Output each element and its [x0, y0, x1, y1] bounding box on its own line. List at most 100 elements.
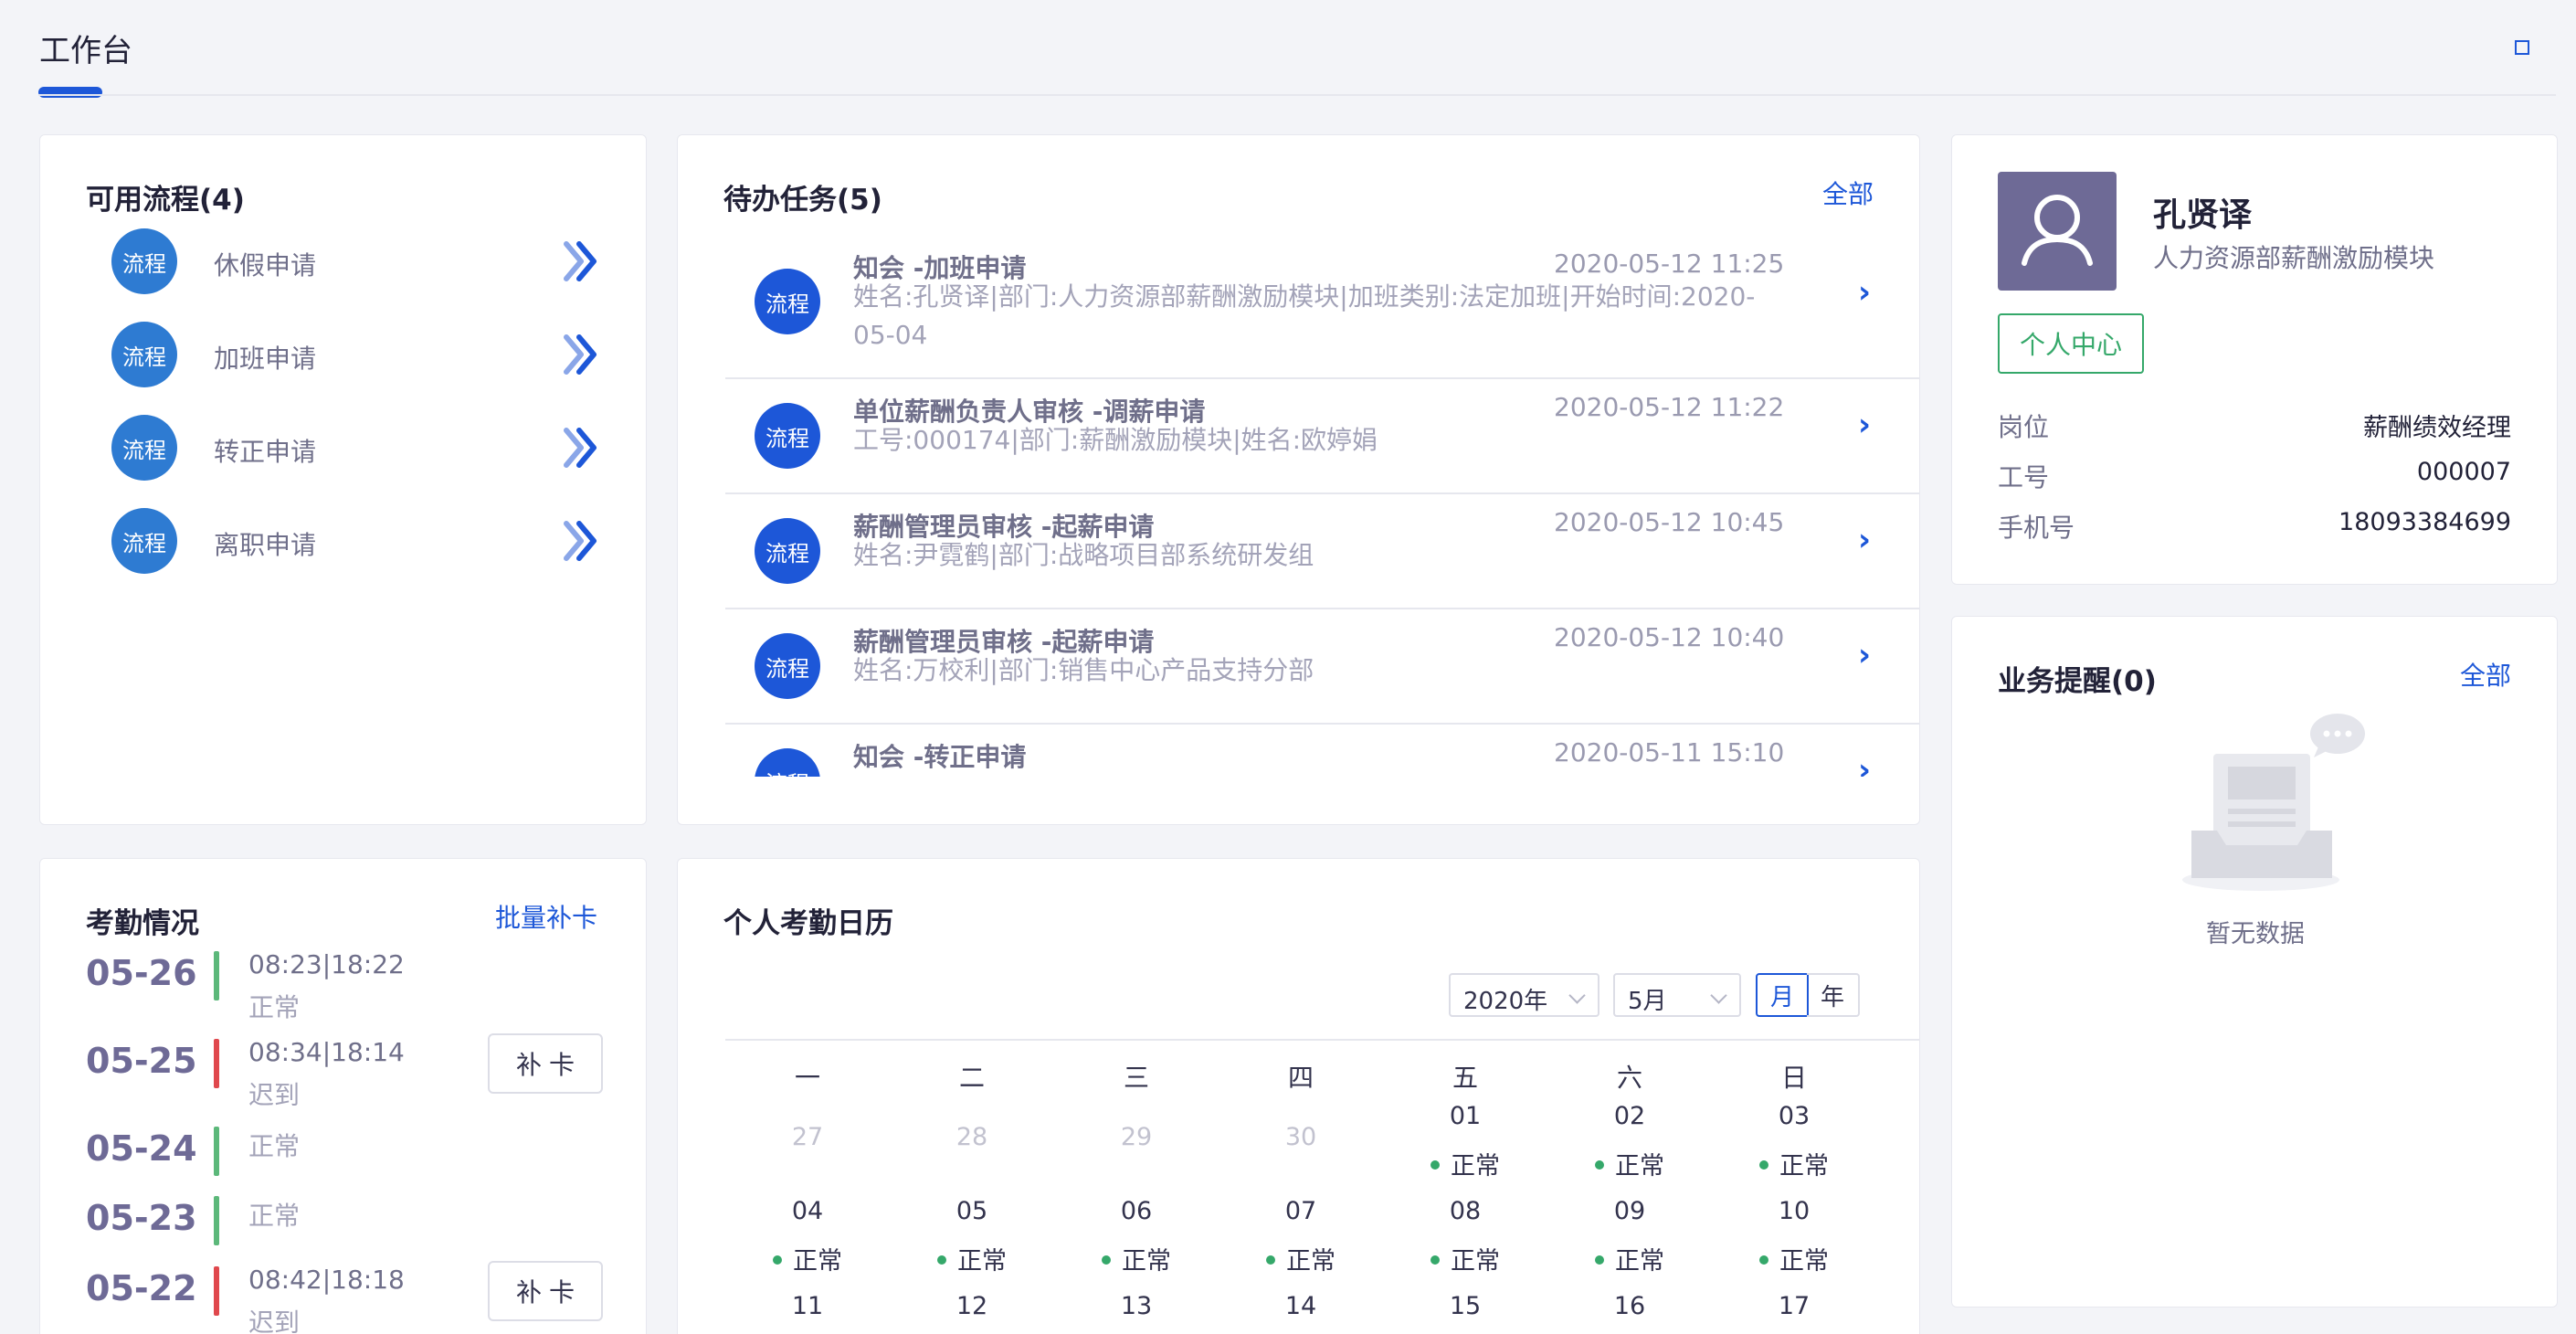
- calendar-day-status: 正常: [1383, 1241, 1547, 1276]
- batch-fix-link[interactable]: 批量补卡: [495, 898, 597, 935]
- attendance-status-bar: [214, 1266, 219, 1316]
- calendar-day-status: 正常: [1547, 1241, 1712, 1276]
- process-item[interactable]: 流程 休假申请: [40, 220, 646, 302]
- weekday-header: 三: [1123, 1063, 1149, 1093]
- todo-badge: 流程: [755, 403, 820, 469]
- chevron-right-icon[interactable]: ›: [1858, 637, 1871, 673]
- todo-time: 2020-05-12 10:45: [1554, 507, 1785, 537]
- todo-time: 2020-05-11 15:10: [1554, 737, 1785, 768]
- todo-badge: 流程: [755, 518, 820, 584]
- fix-card-button[interactable]: 补卡: [488, 1261, 603, 1321]
- attendance-status: 迟到: [248, 1080, 301, 1110]
- calendar-day[interactable]: 11: [725, 1292, 890, 1320]
- fix-card-button[interactable]: 补卡: [488, 1033, 603, 1094]
- calendar-day[interactable]: 09: [1547, 1197, 1712, 1225]
- business-reminders-card: 业务提醒(0) 全部 暂无数据: [1951, 616, 2558, 1308]
- double-chevron-right-icon[interactable]: [563, 334, 599, 379]
- process-item[interactable]: 流程 转正申请: [40, 407, 646, 489]
- weekday-header: 四: [1287, 1063, 1314, 1093]
- todo-item[interactable]: 流程 知会 -转正申请 2020-05-11 15:10 ›: [725, 725, 1919, 777]
- maximize-icon[interactable]: [2515, 40, 2529, 55]
- status-label: 正常: [1451, 1152, 1500, 1180]
- calendar-day-status: 正常: [1383, 1146, 1547, 1181]
- status-label: 正常: [793, 1247, 842, 1276]
- chevron-right-icon[interactable]: ›: [1858, 752, 1871, 777]
- calendar-day[interactable]: 05: [890, 1197, 1054, 1225]
- todo-item[interactable]: 流程 薪酬管理员审核 -起薪申请 2020-05-12 10:45 姓名:尹霓鹤|部门…: [725, 494, 1919, 609]
- calendar-day[interactable]: 13: [1054, 1292, 1219, 1320]
- calendar-day[interactable]: 27: [725, 1123, 890, 1151]
- todo-description: 姓名:尹霓鹤|部门:战略项目部系统研发组: [853, 540, 1314, 570]
- calendar-day-status: 正常: [1712, 1241, 1876, 1276]
- user-field-label: 工号: [1998, 462, 2050, 492]
- todo-item[interactable]: 流程 知会 -加班申请 2020-05-12 11:25 姓名:孔贤译|部门:人力资源…: [725, 236, 1919, 379]
- attendance-status: 正常: [248, 1201, 301, 1231]
- calendar-day[interactable]: 30: [1219, 1123, 1383, 1151]
- chevron-right-icon[interactable]: ›: [1858, 407, 1871, 443]
- attendance-date: 05-24: [86, 1128, 197, 1169]
- calendar-day[interactable]: 01: [1383, 1102, 1547, 1130]
- calendar-day[interactable]: 02: [1547, 1102, 1712, 1130]
- status-label: 正常: [1615, 1247, 1664, 1276]
- calendar-divider: [725, 1039, 1919, 1041]
- process-label: 离职申请: [214, 530, 317, 560]
- attendance-status: 迟到: [248, 1308, 301, 1334]
- calendar-day[interactable]: 07: [1219, 1197, 1383, 1225]
- process-label: 转正申请: [214, 437, 317, 467]
- mode-month-button[interactable]: 月: [1756, 973, 1809, 1017]
- attendance-date: 05-25: [86, 1041, 197, 1081]
- todo-time: 2020-05-12 10:40: [1554, 622, 1785, 652]
- weekday-header: 二: [958, 1063, 985, 1093]
- user-field-value: 000007: [2416, 458, 2511, 486]
- calendar-day[interactable]: 12: [890, 1292, 1054, 1320]
- calendar-day[interactable]: 29: [1054, 1123, 1219, 1151]
- chevron-right-icon[interactable]: ›: [1858, 274, 1871, 311]
- user-field-value: 18093384699: [2338, 508, 2511, 536]
- todo-title: 知会 -转正申请: [853, 742, 1027, 772]
- attendance-status-bar: [214, 1039, 219, 1088]
- todo-time: 2020-05-12 11:25: [1554, 249, 1785, 279]
- calendar-day[interactable]: 14: [1219, 1292, 1383, 1320]
- status-label: 正常: [957, 1247, 1007, 1276]
- user-department: 人力资源部薪酬激励模块: [2153, 243, 2435, 273]
- calendar-day[interactable]: 03: [1712, 1102, 1876, 1130]
- reminders-all-link[interactable]: 全部: [2460, 656, 2511, 693]
- personal-center-button[interactable]: 个人中心: [1998, 313, 2144, 374]
- chevron-down-icon: [1710, 987, 1727, 1004]
- calendar-day[interactable]: 16: [1547, 1292, 1712, 1320]
- user-name: 孔贤译: [2153, 196, 2253, 234]
- user-field-label: 手机号: [1998, 513, 2075, 543]
- todo-item[interactable]: 流程 单位薪酬负责人审核 -调薪申请 2020-05-12 11:22 工号:0001…: [725, 379, 1919, 494]
- status-label: 正常: [1615, 1152, 1664, 1180]
- page-title: 工作台: [39, 33, 132, 69]
- calendar-day[interactable]: 10: [1712, 1197, 1876, 1225]
- attendance-date: 05-23: [86, 1198, 197, 1238]
- todo-description: 姓名:孔贤译|部门:人力资源部薪酬激励模块|加班类别:法定加班|开始时间:202…: [853, 281, 1756, 350]
- calendar-day[interactable]: 08: [1383, 1197, 1547, 1225]
- month-select[interactable]: 5月: [1613, 973, 1741, 1017]
- calendar-day[interactable]: 28: [890, 1123, 1054, 1151]
- status-dot-icon: [1759, 1255, 1768, 1265]
- double-chevron-right-icon[interactable]: [563, 520, 599, 566]
- attendance-status-bar: [214, 1196, 219, 1245]
- calendar-day[interactable]: 06: [1054, 1197, 1219, 1225]
- mode-year-button[interactable]: 年: [1807, 973, 1860, 1017]
- calendar-day[interactable]: 04: [725, 1197, 890, 1225]
- weekday-header: 五: [1452, 1063, 1478, 1093]
- chevron-right-icon[interactable]: ›: [1858, 522, 1871, 558]
- todo-item[interactable]: 流程 薪酬管理员审核 -起薪申请 2020-05-12 10:40 姓名:万校利|部门…: [725, 609, 1919, 725]
- todo-badge: 流程: [755, 748, 820, 777]
- calendar-day[interactable]: 15: [1383, 1292, 1547, 1320]
- process-badge: 流程: [111, 415, 177, 481]
- todo-badge: 流程: [755, 633, 820, 699]
- attendance-times: 08:23|18:22: [248, 949, 405, 979]
- double-chevron-right-icon[interactable]: [563, 240, 599, 286]
- year-select[interactable]: 2020年: [1449, 973, 1599, 1017]
- double-chevron-right-icon[interactable]: [563, 427, 599, 472]
- todo-description: 工号:000174|部门:薪酬激励模块|姓名:欧婷娟: [853, 425, 1378, 455]
- process-item[interactable]: 流程 离职申请: [40, 500, 646, 582]
- attendance-status-bar: [214, 1127, 219, 1176]
- calendar-day[interactable]: 17: [1712, 1292, 1876, 1320]
- process-item[interactable]: 流程 加班申请: [40, 313, 646, 396]
- calendar-day-status: 正常: [725, 1241, 890, 1276]
